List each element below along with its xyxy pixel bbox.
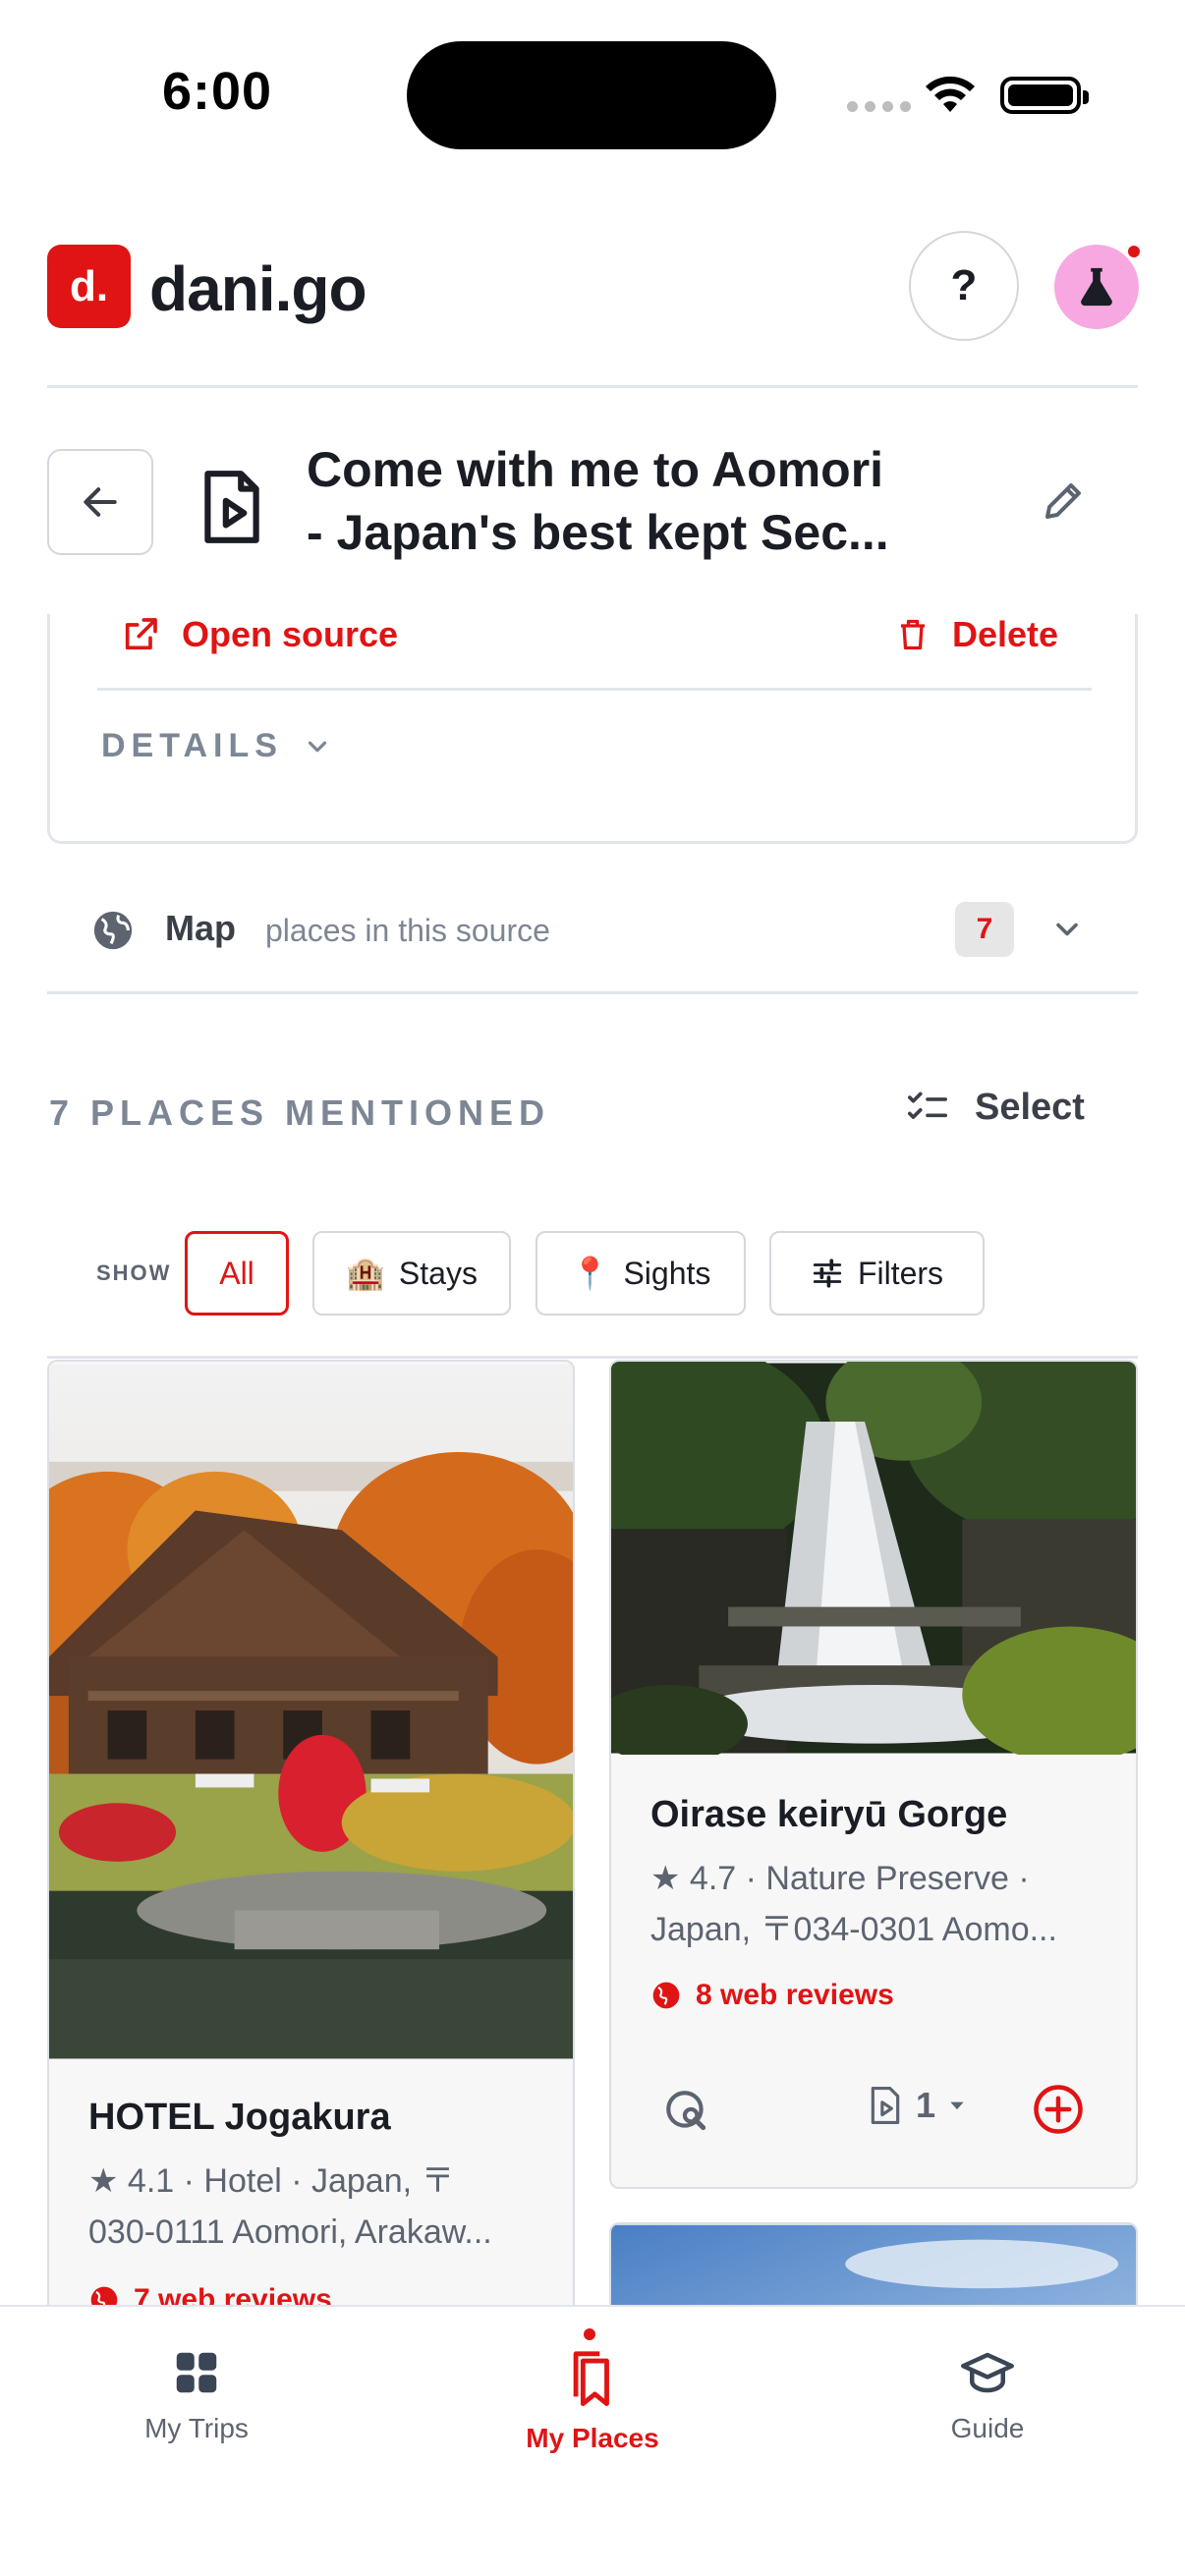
trash-icon bbox=[901, 619, 925, 650]
map-sublabel: places in this source bbox=[265, 913, 550, 948]
filter-chip-all[interactable]: All bbox=[185, 1231, 289, 1316]
divider bbox=[47, 1356, 1138, 1359]
place-card-oirase-gorge[interactable]: Oirase keiryū Gorge ★ 4.7 · Nature Prese… bbox=[609, 1360, 1138, 2189]
logo-text[interactable]: dani.go bbox=[149, 252, 367, 325]
back-button[interactable] bbox=[47, 449, 153, 555]
show-label: SHOW bbox=[96, 1260, 172, 1285]
filter-chip-stays[interactable]: 🏨 Stays bbox=[312, 1231, 511, 1316]
chevron-down-icon bbox=[1056, 923, 1078, 936]
map-toggle-row[interactable]: Map places in this source 7 bbox=[47, 884, 1138, 994]
nav-my-places[interactable]: My Places bbox=[465, 2346, 720, 2454]
source-title-line-1: Come with me to Aomori bbox=[307, 442, 884, 497]
app-header: d. dani.go ? bbox=[47, 231, 1143, 388]
web-reviews-label: 8 web reviews bbox=[696, 1979, 894, 2011]
nav-my-trips[interactable]: My Trips bbox=[69, 2346, 324, 2444]
grid-icon bbox=[176, 2352, 217, 2393]
sources-dropdown[interactable]: 1 bbox=[867, 2085, 967, 2126]
place-name: HOTEL Jogakura bbox=[88, 2097, 391, 2138]
map-label: Map bbox=[165, 908, 236, 948]
wifi-icon bbox=[926, 76, 975, 112]
chevron-down-icon bbox=[308, 741, 327, 752]
video-file-icon bbox=[204, 471, 259, 543]
globe-icon bbox=[652, 1982, 680, 2009]
place-meta-line-1: ★ 4.1 · Hotel · Japan, 〒 bbox=[88, 2162, 455, 2200]
help-button[interactable]: ? bbox=[909, 231, 1019, 341]
source-card: Open source Delete DETAILS bbox=[47, 614, 1138, 844]
details-label: DETAILS bbox=[101, 727, 283, 764]
video-file-icon bbox=[871, 2086, 900, 2124]
source-title-row: Come with me to Aomori - Japan's best ke… bbox=[47, 432, 1138, 570]
status-bar: 6:00 bbox=[0, 0, 1185, 187]
gorge-photo bbox=[611, 1362, 1136, 1755]
filter-chip-label: All bbox=[219, 1255, 254, 1291]
bookmarks-icon bbox=[573, 2351, 609, 2406]
nav-label: My Places bbox=[526, 2423, 659, 2453]
nav-label: Guide bbox=[950, 2413, 1025, 2443]
labs-button[interactable] bbox=[1054, 243, 1143, 329]
nav-label: My Trips bbox=[144, 2413, 249, 2443]
filter-chip-sights[interactable]: 📍 Sights bbox=[536, 1231, 746, 1316]
search-location-icon[interactable] bbox=[662, 2087, 711, 2136]
place-card-actions: 1 bbox=[611, 2077, 1136, 2146]
active-indicator-dot bbox=[584, 2328, 595, 2340]
hotel-photo bbox=[49, 1364, 573, 2059]
arrow-left-icon bbox=[84, 487, 117, 517]
select-button[interactable]: Select bbox=[906, 1087, 1085, 1129]
flask-icon bbox=[1081, 267, 1112, 307]
hotel-icon: 🏨 bbox=[346, 1256, 385, 1291]
place-card-hotel-jogakura[interactable]: HOTEL Jogakura ★ 4.1 · Hotel · Japan, 〒 … bbox=[47, 1360, 575, 2362]
graduation-cap-icon bbox=[961, 2352, 1014, 2393]
places-heading: 7 PLACES MENTIONED bbox=[49, 1092, 551, 1133]
place-meta-line-1: ★ 4.7 · Nature Preserve · bbox=[650, 1860, 1030, 1897]
delete-button[interactable]: Delete bbox=[895, 614, 1058, 655]
web-reviews-link[interactable]: 8 web reviews bbox=[650, 1979, 894, 2012]
filter-chip-label: Stays bbox=[398, 1255, 478, 1291]
filters-button[interactable]: Filters bbox=[769, 1231, 985, 1316]
logo-mark[interactable]: d. bbox=[47, 245, 131, 328]
caret-down-icon bbox=[950, 2101, 964, 2110]
place-meta: ★ 4.1 · Hotel · Japan, 〒 030-0111 Aomori… bbox=[88, 2156, 540, 2258]
select-label: Select bbox=[975, 1087, 1085, 1128]
add-circle-icon[interactable] bbox=[1032, 2083, 1085, 2136]
filter-chip-label: Sights bbox=[623, 1255, 711, 1291]
globe-icon bbox=[93, 911, 133, 950]
delete-label: Delete bbox=[952, 614, 1059, 654]
place-meta-line-2: 030-0111 Aomori, Arakaw... bbox=[88, 2213, 492, 2251]
battery-icon bbox=[1000, 77, 1089, 114]
source-title: Come with me to Aomori - Japan's best ke… bbox=[307, 438, 975, 564]
open-source-button[interactable]: Open source bbox=[121, 614, 398, 655]
pin-icon: 📍 bbox=[570, 1256, 610, 1291]
source-title-line-2: - Japan's best kept Sec... bbox=[307, 505, 889, 560]
map-count-badge: 7 bbox=[955, 902, 1014, 957]
place-name: Oirase keiryū Gorge bbox=[650, 1794, 1008, 1835]
external-link-icon bbox=[125, 618, 157, 650]
checklist-icon bbox=[907, 1092, 947, 1119]
details-toggle[interactable]: DETAILS bbox=[101, 727, 332, 765]
notification-dot bbox=[1125, 243, 1143, 260]
divider bbox=[97, 688, 1092, 691]
edit-pencil-icon[interactable] bbox=[1040, 477, 1087, 525]
status-time: 6:00 bbox=[162, 62, 273, 121]
sliders-icon bbox=[813, 1259, 842, 1288]
bottom-nav: My Trips My Places Guide bbox=[0, 2305, 1185, 2576]
open-source-label: Open source bbox=[182, 614, 399, 654]
place-meta-line-2: Japan, 〒034-0301 Aomo... bbox=[650, 1911, 1057, 1948]
dynamic-island bbox=[407, 41, 776, 149]
sources-count: 1 bbox=[916, 2085, 936, 2125]
nav-guide[interactable]: Guide bbox=[860, 2346, 1115, 2444]
filter-chip-label: Filters bbox=[857, 1255, 944, 1291]
cellular-signal-icon bbox=[847, 101, 911, 112]
place-meta: ★ 4.7 · Nature Preserve · Japan, 〒034-03… bbox=[650, 1853, 1102, 1955]
